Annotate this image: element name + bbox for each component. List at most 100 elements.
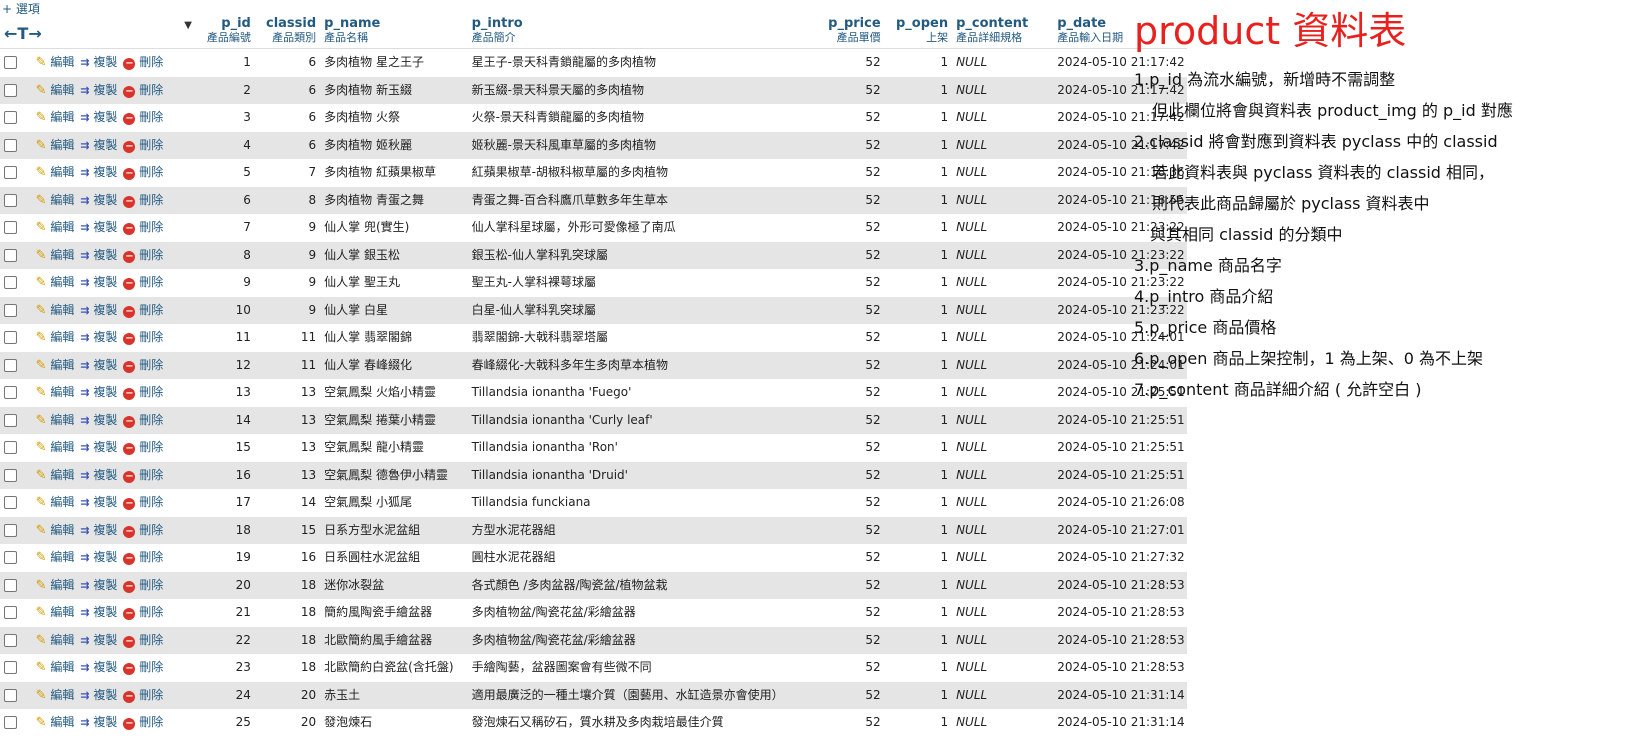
col-header-classid[interactable]: classid 產品類別 [254, 16, 321, 49]
cell-p_price[interactable]: 52 [819, 131, 885, 159]
cell-p_name[interactable]: 仙人掌 聖王丸 [320, 269, 468, 297]
copy-action[interactable]: ⇉ 複製 [80, 407, 117, 434]
row-checkbox[interactable] [4, 138, 17, 152]
copy-action[interactable]: ⇉ 複製 [80, 159, 117, 186]
edit-action[interactable]: ✎ 編輯 [36, 214, 75, 241]
cell-classid[interactable]: 6 [254, 131, 321, 159]
copy-action[interactable]: ⇉ 複製 [80, 187, 117, 214]
delete-label[interactable]: 刪除 [139, 715, 163, 729]
cell-p_content[interactable]: NULL [952, 654, 1054, 682]
edit-label[interactable]: 編輯 [50, 248, 74, 262]
cell-classid[interactable]: 11 [254, 324, 321, 352]
copy-label[interactable]: 複製 [93, 248, 117, 262]
cell-p_id[interactable]: 13 [195, 379, 255, 407]
edit-label[interactable]: 編輯 [50, 303, 74, 317]
cell-p_intro[interactable]: 適用最廣泛的一種土壤介質（園藝用、水缸造景亦會使用） [467, 681, 820, 709]
column-name[interactable]: p_intro [472, 16, 816, 31]
edit-label[interactable]: 編輯 [50, 495, 74, 509]
cell-classid[interactable]: 11 [254, 351, 321, 379]
row-checkbox[interactable] [4, 578, 17, 592]
delete-label[interactable]: 刪除 [139, 578, 163, 592]
edit-action[interactable]: ✎ 編輯 [36, 462, 75, 489]
edit-label[interactable]: 編輯 [50, 605, 74, 619]
edit-label[interactable]: 編輯 [50, 523, 74, 537]
copy-label[interactable]: 複製 [93, 220, 117, 234]
cell-p_name[interactable]: 仙人掌 銀玉松 [320, 241, 468, 269]
row-checkbox[interactable] [4, 551, 17, 565]
copy-label[interactable]: 複製 [93, 523, 117, 537]
cell-p_name[interactable]: 多肉植物 新玉綴 [320, 76, 468, 104]
cell-classid[interactable]: 6 [254, 48, 321, 77]
delete-label[interactable]: 刪除 [139, 660, 163, 674]
delete-label[interactable]: 刪除 [139, 550, 163, 564]
delete-action[interactable]: − 刪除 [123, 407, 163, 434]
column-name[interactable]: p_price [823, 16, 881, 31]
cell-p_open[interactable]: 1 [884, 709, 953, 737]
cell-p_name[interactable]: 空氣鳳梨 龍小精靈 [320, 434, 468, 462]
cell-p_content[interactable]: NULL [952, 434, 1054, 462]
cell-p_open[interactable]: 1 [884, 516, 953, 544]
copy-label[interactable]: 複製 [93, 165, 117, 179]
cell-p_price[interactable]: 52 [819, 461, 885, 489]
copy-label[interactable]: 複製 [93, 358, 117, 372]
cell-p_price[interactable]: 52 [819, 516, 885, 544]
copy-label[interactable]: 複製 [93, 550, 117, 564]
cell-p_price[interactable]: 52 [819, 379, 885, 407]
cell-p_content[interactable]: NULL [952, 214, 1054, 242]
edit-label[interactable]: 編輯 [50, 83, 74, 97]
cell-p_open[interactable]: 1 [884, 461, 953, 489]
sort-dropdown-icon[interactable]: ▼ [184, 20, 192, 31]
copy-label[interactable]: 複製 [93, 83, 117, 97]
cell-classid[interactable]: 6 [254, 76, 321, 104]
edit-label[interactable]: 編輯 [50, 715, 74, 729]
options-link[interactable]: + 選項 [2, 1, 40, 17]
column-nav-arrows[interactable]: ←T→ [4, 24, 192, 43]
cell-p_price[interactable]: 52 [819, 269, 885, 297]
delete-label[interactable]: 刪除 [139, 193, 163, 207]
cell-p_id[interactable]: 2 [195, 76, 255, 104]
cell-p_open[interactable]: 1 [884, 379, 953, 407]
cell-classid[interactable]: 9 [254, 214, 321, 242]
cell-p_content[interactable]: NULL [952, 186, 1054, 214]
cell-p_open[interactable]: 1 [884, 324, 953, 352]
cell-p_id[interactable]: 8 [195, 241, 255, 269]
cell-p_name[interactable]: 發泡煉石 [320, 709, 468, 737]
cell-p_name[interactable]: 空氣鳳梨 小狐尾 [320, 489, 468, 517]
copy-label[interactable]: 複製 [93, 495, 117, 509]
cell-p_content[interactable]: NULL [952, 489, 1054, 517]
delete-action[interactable]: − 刪除 [123, 434, 163, 461]
cell-p_intro[interactable]: Tillandsia ionantha 'Fuego' [467, 379, 820, 407]
cell-p_name[interactable]: 多肉植物 星之王子 [320, 48, 468, 77]
delete-action[interactable]: − 刪除 [123, 49, 163, 76]
cell-p_date[interactable]: 2024-05-10 21:28:53 [1053, 654, 1187, 682]
delete-label[interactable]: 刪除 [139, 523, 163, 537]
copy-action[interactable]: ⇉ 複製 [80, 709, 117, 736]
cell-p_content[interactable]: NULL [952, 461, 1054, 489]
cell-p_open[interactable]: 1 [884, 296, 953, 324]
cell-p_content[interactable]: NULL [952, 131, 1054, 159]
cell-p_price[interactable]: 52 [819, 709, 885, 737]
cell-p_name[interactable]: 簡約風陶瓷手繪盆器 [320, 599, 468, 627]
delete-label[interactable]: 刪除 [139, 605, 163, 619]
cell-p_price[interactable]: 52 [819, 681, 885, 709]
edit-action[interactable]: ✎ 編輯 [36, 132, 75, 159]
cell-classid[interactable]: 9 [254, 241, 321, 269]
delete-label[interactable]: 刪除 [139, 110, 163, 124]
cell-p_intro[interactable]: 方型水泥花器組 [467, 516, 820, 544]
edit-label[interactable]: 編輯 [50, 165, 74, 179]
copy-label[interactable]: 複製 [93, 440, 117, 454]
cell-p_intro[interactable]: 手繪陶藝，盆器圖案會有些微不同 [467, 654, 820, 682]
cell-p_content[interactable]: NULL [952, 571, 1054, 599]
cell-p_content[interactable]: NULL [952, 269, 1054, 297]
edit-action[interactable]: ✎ 編輯 [36, 159, 75, 186]
cell-p_name[interactable]: 空氣鳳梨 火焰小精靈 [320, 379, 468, 407]
copy-label[interactable]: 複製 [93, 55, 117, 69]
cell-p_date[interactable]: 2024-05-10 21:31:14 [1053, 709, 1187, 737]
delete-action[interactable]: − 刪除 [123, 489, 163, 516]
edit-action[interactable]: ✎ 編輯 [36, 544, 75, 571]
delete-action[interactable]: − 刪除 [123, 682, 163, 709]
delete-action[interactable]: − 刪除 [123, 352, 163, 379]
edit-label[interactable]: 編輯 [50, 138, 74, 152]
copy-label[interactable]: 複製 [93, 605, 117, 619]
cell-p_date[interactable]: 2024-05-10 21:27:32 [1053, 544, 1187, 572]
